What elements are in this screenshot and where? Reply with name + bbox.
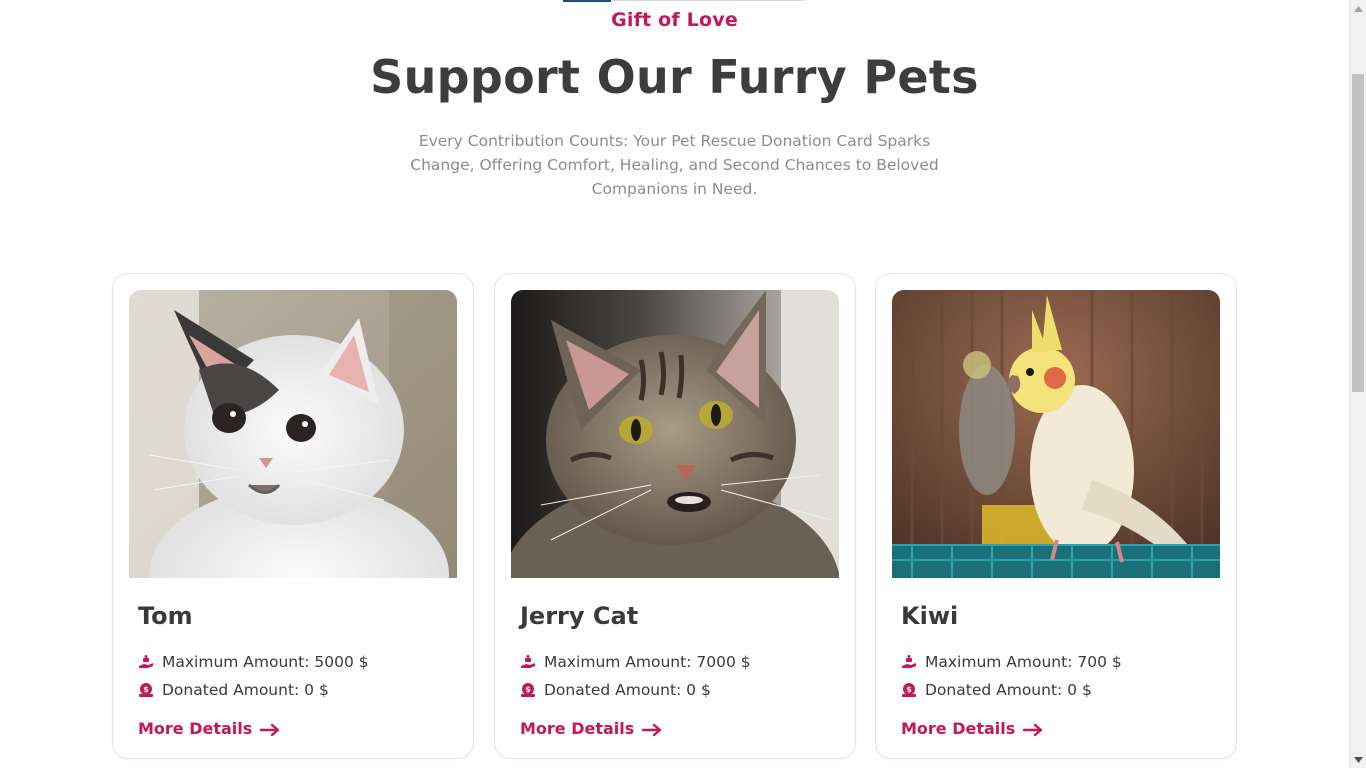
pet-card-jerry-cat: Jerry Cat Maximum Amount: 7000 $ $ Donat… — [494, 273, 856, 759]
maximum-amount: Maximum Amount: 7000 $ — [520, 652, 751, 672]
scroll-up-icon[interactable] — [1350, 0, 1366, 17]
money-bag-icon: $ — [901, 682, 917, 698]
arrow-right-icon — [1023, 722, 1043, 736]
more-details-label: More Details — [138, 719, 253, 738]
more-details-link[interactable]: More Details — [138, 719, 280, 738]
vertical-scrollbar[interactable] — [1349, 0, 1366, 768]
maximum-amount-text: Maximum Amount: 700 $ — [925, 653, 1122, 671]
arrow-right-icon — [642, 722, 662, 736]
pet-name: Kiwi — [901, 602, 959, 630]
maximum-amount-text: Maximum Amount: 5000 $ — [162, 653, 369, 671]
svg-text:$: $ — [906, 685, 912, 694]
section-title: Support Our Furry Pets — [370, 50, 979, 104]
donated-amount-text: Donated Amount: 0 $ — [544, 681, 711, 699]
pet-photo — [129, 290, 457, 578]
section-subtitle: Every Contribution Counts: Your Pet Resc… — [410, 132, 939, 198]
scroll-down-icon[interactable] — [1350, 751, 1366, 768]
donated-amount: $ Donated Amount: 0 $ — [520, 680, 711, 700]
page-viewport: Gift of Love Support Our Furry Pets Ever… — [0, 0, 1349, 768]
pet-photo — [892, 290, 1220, 578]
maximum-amount-text: Maximum Amount: 7000 $ — [544, 653, 751, 671]
more-details-link[interactable]: More Details — [520, 719, 662, 738]
tab-underline — [612, 0, 804, 1]
cockatiel-image — [892, 290, 1220, 578]
pet-card-kiwi: Kiwi Maximum Amount: 700 $ $ Donated Amo… — [875, 273, 1237, 759]
maximum-amount: Maximum Amount: 5000 $ — [138, 652, 369, 672]
pet-name: Jerry Cat — [520, 602, 639, 630]
donated-amount-text: Donated Amount: 0 $ — [162, 681, 329, 699]
svg-text:$: $ — [525, 685, 531, 694]
tab-underline-active — [563, 0, 611, 2]
section-eyebrow: Gift of Love — [611, 9, 738, 31]
money-bag-icon: $ — [520, 682, 536, 698]
donated-amount-text: Donated Amount: 0 $ — [925, 681, 1092, 699]
donated-amount: $ Donated Amount: 0 $ — [901, 680, 1092, 700]
svg-text:$: $ — [143, 685, 149, 694]
hand-donate-icon — [901, 654, 917, 670]
more-details-label: More Details — [520, 719, 635, 738]
pet-card-tom: Tom Maximum Amount: 5000 $ $ Donated Amo… — [112, 273, 474, 759]
more-details-link[interactable]: More Details — [901, 719, 1043, 738]
maximum-amount: Maximum Amount: 700 $ — [901, 652, 1122, 672]
white-kitten-image — [129, 290, 457, 578]
arrow-right-icon — [260, 722, 280, 736]
pet-name: Tom — [138, 602, 193, 630]
hand-donate-icon — [520, 654, 536, 670]
donated-amount: $ Donated Amount: 0 $ — [138, 680, 329, 700]
hand-donate-icon — [138, 654, 154, 670]
tabby-cat-image — [511, 290, 839, 578]
scrollbar-thumb[interactable] — [1352, 74, 1364, 392]
pet-photo — [511, 290, 839, 578]
money-bag-icon: $ — [138, 682, 154, 698]
more-details-label: More Details — [901, 719, 1016, 738]
